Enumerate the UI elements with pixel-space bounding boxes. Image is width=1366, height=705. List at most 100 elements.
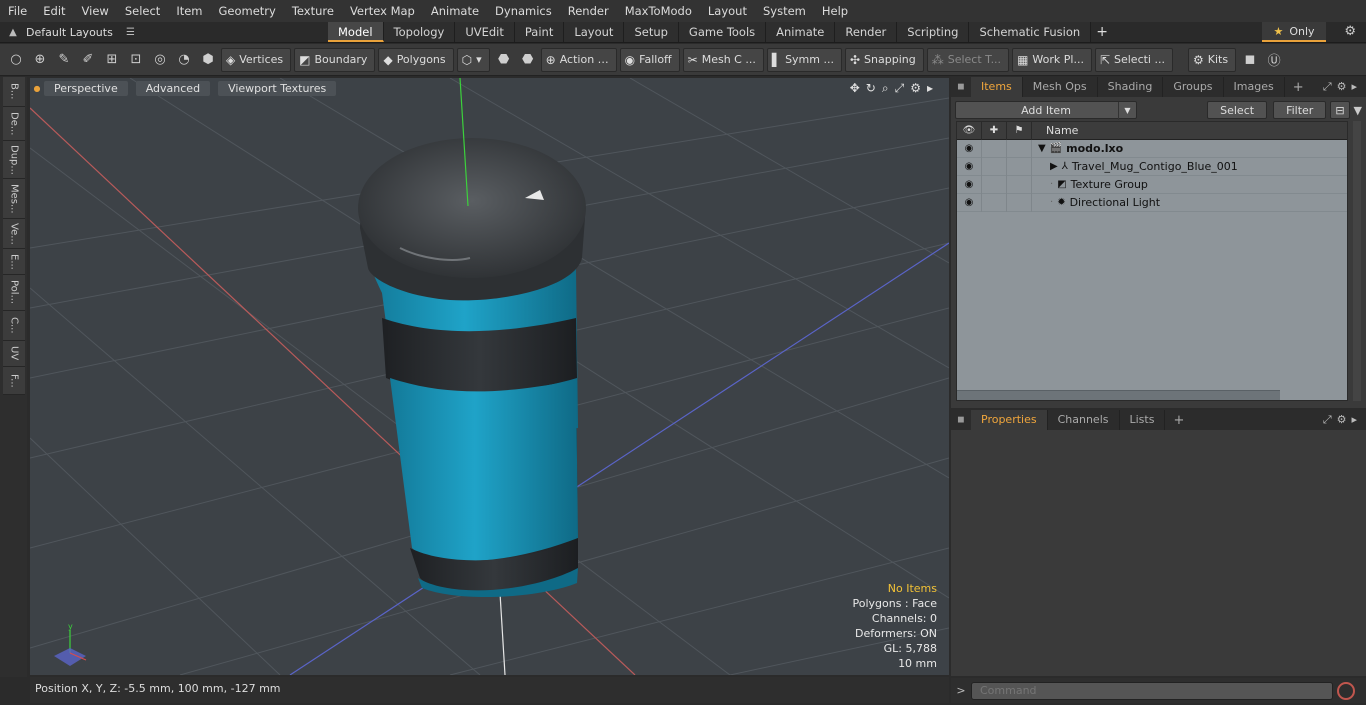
viewport-gear-icon[interactable]: ⚙ xyxy=(910,81,921,96)
menu-file[interactable]: File xyxy=(0,0,35,22)
add-tab-icon[interactable]: + xyxy=(1091,22,1113,43)
add-item-button[interactable]: Add Item ▼ xyxy=(955,101,1137,120)
symmetry-button[interactable]: ▌ Symm ... xyxy=(766,47,842,72)
menu-view[interactable]: View xyxy=(74,0,117,22)
kits-button[interactable]: ⚙ Kits xyxy=(1187,47,1237,72)
tab-game-tools[interactable]: Game Tools xyxy=(678,22,767,42)
globe-icon[interactable]: ⊕ xyxy=(29,48,51,72)
menu-help[interactable]: Help xyxy=(814,0,856,22)
tab-shading[interactable]: Shading xyxy=(1098,77,1164,97)
falloff-button[interactable]: ◉ Falloff xyxy=(619,47,680,72)
tree-row[interactable]: ◉ ▼ 🎬 modo.lxo xyxy=(957,139,1347,158)
viewport-menu-dot-icon[interactable]: ● xyxy=(30,84,44,93)
tab-lists[interactable]: Lists xyxy=(1120,410,1166,430)
texture-cube-icon[interactable]: ⬣ xyxy=(517,48,539,72)
vtab-deform[interactable]: De... xyxy=(3,107,25,141)
vtab-vertex[interactable]: Ve... xyxy=(3,219,25,249)
command-input[interactable] xyxy=(971,681,1333,700)
move-tool-icon[interactable]: ⊞ xyxy=(101,48,123,72)
panel-menu-icon[interactable]: ◼ xyxy=(951,415,971,425)
record-icon[interactable] xyxy=(1337,681,1355,700)
tab-groups[interactable]: Groups xyxy=(1163,77,1224,97)
menu-texture[interactable]: Texture xyxy=(284,0,342,22)
brush-icon[interactable]: ✐ xyxy=(77,48,99,72)
type-column-icon[interactable]: ⚑ xyxy=(1007,121,1032,140)
eye-icon[interactable]: ◉ xyxy=(957,157,982,176)
menu-item[interactable]: Item xyxy=(168,0,210,22)
menu-geometry[interactable]: Geometry xyxy=(211,0,284,22)
vtab-basic[interactable]: B... xyxy=(3,77,25,107)
material-mode-button[interactable]: ⬡ ▾ xyxy=(456,47,490,72)
boundary-button[interactable]: ◩ Boundary xyxy=(294,47,376,72)
menu-render[interactable]: Render xyxy=(560,0,617,22)
advanced-button[interactable]: Advanced xyxy=(135,80,211,96)
work-plane-button[interactable]: ▦ Work Pl... xyxy=(1012,47,1092,72)
action-center-button[interactable]: ⊕ Action … xyxy=(540,47,617,72)
eye-icon[interactable]: ◉ xyxy=(957,193,982,212)
tab-paint[interactable]: Paint xyxy=(514,22,565,42)
tab-schematic-fusion[interactable]: Schematic Fusion xyxy=(969,22,1092,42)
tab-topology[interactable]: Topology xyxy=(383,22,456,42)
polygons-button[interactable]: ◆ Polygons xyxy=(378,47,454,72)
unreal-icon[interactable]: Ⓤ xyxy=(1263,48,1285,72)
vtab-uv[interactable]: UV xyxy=(3,341,25,367)
perspective-button[interactable]: Perspective xyxy=(44,80,128,96)
tab-uvedit[interactable]: UVEdit xyxy=(455,22,515,42)
select-through-button[interactable]: ⁂ Select T... xyxy=(926,47,1010,72)
vtab-mesh-edit[interactable]: Mes... xyxy=(3,179,25,219)
only-button[interactable]: ★ Only xyxy=(1262,22,1326,42)
menu-vertex-map[interactable]: Vertex Map xyxy=(342,0,423,22)
name-column-header[interactable]: Name xyxy=(1032,124,1078,137)
3d-viewport[interactable]: y ● Perspective Advanced Viewport Textur… xyxy=(30,78,949,675)
funnel-icon[interactable]: ▼ xyxy=(1354,104,1362,117)
lock-column-icon[interactable]: ✚ xyxy=(982,121,1007,140)
pan-icon[interactable]: ✥ xyxy=(850,81,860,96)
panel-window-icons[interactable]: ⤢⚙▸ xyxy=(1323,80,1362,94)
tree-row[interactable]: ◉ ▶ ⅄ Travel_Mug_Contigo_Blue_001 xyxy=(957,157,1347,176)
symmetry-cube-icon[interactable]: ⬣ xyxy=(493,48,515,72)
unity-icon[interactable]: ◼ xyxy=(1239,48,1261,72)
layout-menu-icon[interactable]: ☰ xyxy=(126,27,146,38)
expand-arrow-icon[interactable]: ▶ xyxy=(1050,161,1058,172)
tab-setup[interactable]: Setup xyxy=(624,22,679,42)
tab-images[interactable]: Images xyxy=(1224,77,1285,97)
transform-tool-icon[interactable]: ⊡ xyxy=(125,48,147,72)
pen-icon[interactable]: ✎ xyxy=(53,48,75,72)
eye-icon[interactable]: ◉ xyxy=(957,139,982,158)
zoom-icon[interactable]: ⌕ xyxy=(882,81,889,96)
snapping-button[interactable]: ✣ Snapping xyxy=(844,47,924,72)
scale-tool-icon[interactable]: ◔ xyxy=(173,48,195,72)
tab-scripting[interactable]: Scripting xyxy=(897,22,970,42)
menu-edit[interactable]: Edit xyxy=(35,0,73,22)
mesh-constraint-button[interactable]: ✂ Mesh C ... xyxy=(682,47,764,72)
vertical-scrollbar[interactable] xyxy=(1353,121,1361,401)
tab-items[interactable]: Items xyxy=(971,77,1023,97)
tab-channels[interactable]: Channels xyxy=(1048,410,1120,430)
viewport-arrow-icon[interactable]: ▸ xyxy=(927,81,933,96)
add-panel-tab-icon[interactable]: + xyxy=(1285,80,1312,95)
menu-system[interactable]: System xyxy=(755,0,814,22)
visibility-column-icon[interactable]: 👁 xyxy=(957,121,982,140)
tab-layout[interactable]: Layout xyxy=(564,22,625,42)
vtab-duplicate[interactable]: Dup... xyxy=(3,141,25,179)
menu-dynamics[interactable]: Dynamics xyxy=(487,0,560,22)
select-circle-icon[interactable]: ○ xyxy=(5,48,27,72)
collapse-icon[interactable]: ⊟ xyxy=(1330,101,1350,119)
add-panel-tab-icon[interactable]: + xyxy=(1165,413,1192,428)
selection-sets-button[interactable]: ⇱ Selecti ... xyxy=(1094,47,1173,72)
horizontal-scrollbar[interactable] xyxy=(957,390,1280,400)
vtab-fusion[interactable]: F... xyxy=(3,367,25,395)
layout-selector[interactable]: Default Layouts xyxy=(26,26,126,39)
expand-arrow-icon[interactable]: ▼ xyxy=(1038,143,1046,154)
filter-button[interactable]: Filter xyxy=(1273,101,1327,119)
viewport-textures-button[interactable]: Viewport Textures xyxy=(218,80,337,96)
menu-animate[interactable]: Animate xyxy=(423,0,487,22)
vertices-button[interactable]: ◈ Vertices xyxy=(221,47,292,72)
layout-collapse-icon[interactable]: ▲ xyxy=(0,27,26,38)
vtab-curve[interactable]: C... xyxy=(3,311,25,341)
vtab-edge[interactable]: E... xyxy=(3,249,25,275)
panel-window-icons[interactable]: ⤢⚙▸ xyxy=(1323,413,1362,427)
vtab-polygon[interactable]: Pol... xyxy=(3,275,25,311)
tab-animate[interactable]: Animate xyxy=(766,22,836,42)
tree-row[interactable]: ◉ · ◩ Texture Group xyxy=(957,175,1347,194)
